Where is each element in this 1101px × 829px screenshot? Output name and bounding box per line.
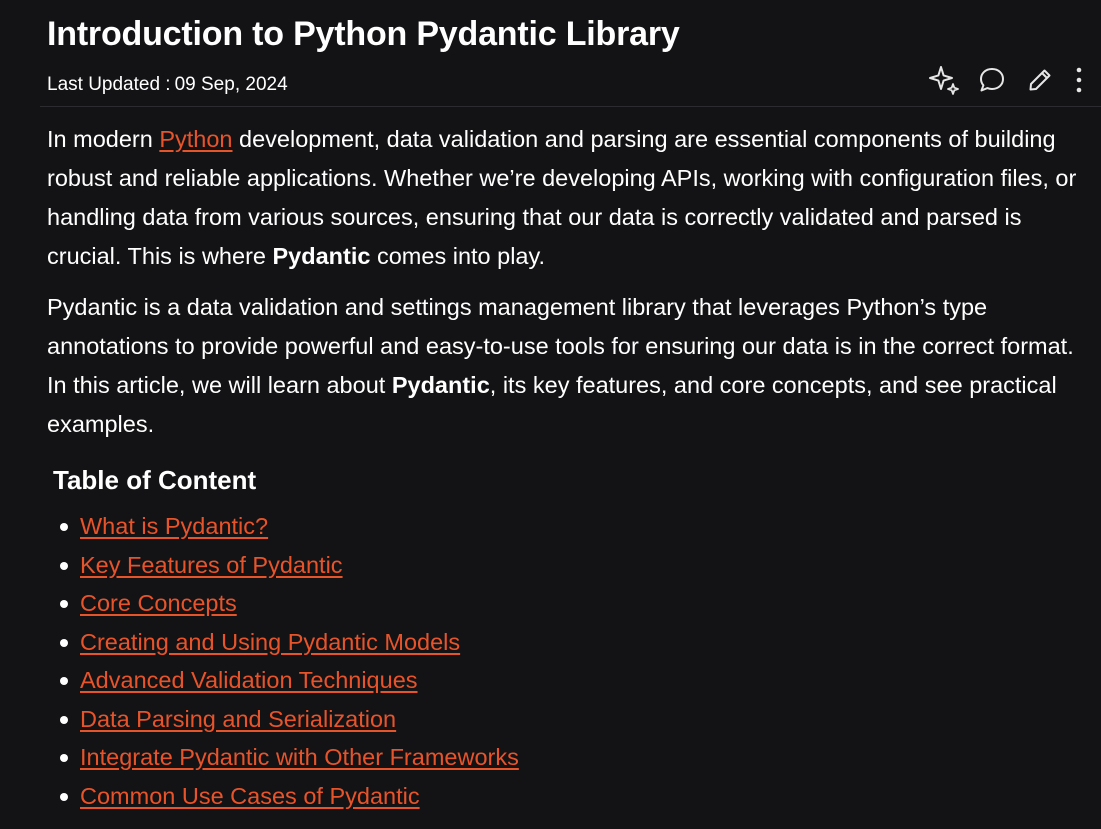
last-updated-date: 09 Sep, 2024 — [174, 74, 288, 95]
toc-item: Core Concepts — [60, 584, 519, 623]
bullet-icon — [60, 754, 68, 762]
comment-icon — [980, 68, 1004, 92]
toc-item: What is Pydantic? — [60, 507, 519, 546]
toc-link-integrate-frameworks[interactable]: Integrate Pydantic with Other Frameworks — [80, 744, 519, 770]
header-divider — [40, 106, 1101, 107]
edit-icon — [1029, 69, 1051, 91]
python-link[interactable]: Python — [159, 126, 232, 152]
ai-sparkle-icon — [929, 66, 959, 95]
comment-button[interactable] — [975, 64, 1009, 96]
bullet-icon — [60, 638, 68, 647]
bullet-icon — [60, 600, 68, 608]
pydantic-bold: Pydantic — [391, 372, 490, 398]
edit-button[interactable] — [1023, 64, 1057, 96]
more-options-button[interactable] — [1071, 64, 1087, 96]
article-page: Introduction to Python Pydantic Library … — [0, 0, 1101, 829]
toc-item: Common Use Cases of Pydantic — [60, 777, 519, 816]
last-updated: Last Updated :09 Sep, 2024 — [47, 72, 288, 98]
toc-heading: Table of Content — [53, 465, 257, 495]
toc-link-creating-models[interactable]: Creating and Using Pydantic Models — [80, 629, 460, 655]
toc-link-parsing-serialization[interactable]: Data Parsing and Serialization — [80, 706, 396, 732]
more-options-icon — [1076, 67, 1082, 93]
intro-text: comes into play. — [370, 243, 546, 269]
toc-item: Advanced Validation Techniques — [60, 661, 519, 700]
intro-paragraph-1: In modern Python development, data valid… — [47, 120, 1087, 276]
ai-sparkle-button[interactable] — [927, 64, 961, 96]
bullet-icon — [60, 561, 68, 570]
toc-link-what-is-pydantic[interactable]: What is Pydantic? — [80, 513, 268, 539]
toc-link-core-concepts[interactable]: Core Concepts — [80, 590, 237, 616]
bullet-icon — [60, 792, 68, 801]
bullet-icon — [60, 715, 68, 724]
bullet-icon — [60, 677, 68, 685]
toc-item: Creating and Using Pydantic Models — [60, 623, 519, 662]
toc-link-advanced-validation[interactable]: Advanced Validation Techniques — [80, 667, 418, 693]
toc-link-key-features[interactable]: Key Features of Pydantic — [80, 552, 343, 578]
toc-item: Key Features of Pydantic — [60, 546, 519, 585]
article-actions — [927, 64, 1087, 96]
toc-link-use-cases[interactable]: Common Use Cases of Pydantic — [80, 783, 420, 809]
article-body: In modern Python development, data valid… — [47, 120, 1087, 456]
toc-item: Data Parsing and Serialization — [60, 700, 519, 739]
toc-item: Integrate Pydantic with Other Frameworks — [60, 738, 519, 777]
bullet-icon — [60, 523, 68, 531]
intro-paragraph-2: Pydantic is a data validation and settin… — [47, 288, 1087, 444]
pydantic-bold: Pydantic — [272, 243, 371, 269]
table-of-contents: What is Pydantic? Key Features of Pydant… — [60, 507, 519, 815]
last-updated-label: Last Updated : — [47, 74, 171, 95]
intro-text: In modern — [47, 126, 160, 152]
article-title: Introduction to Python Pydantic Library — [47, 15, 680, 53]
